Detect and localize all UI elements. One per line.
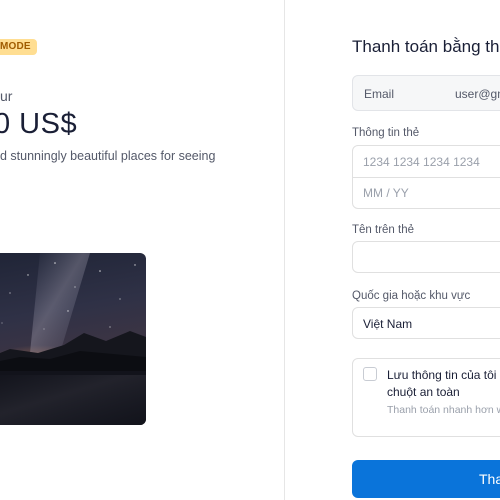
pay-button[interactable]: Tha: [352, 460, 500, 498]
email-display: Email user@gm: [352, 75, 500, 111]
product-image: [0, 253, 146, 425]
card-number-input[interactable]: [363, 152, 500, 172]
night-sky-landscape-image: [0, 253, 146, 425]
card-expiry-input[interactable]: [363, 183, 500, 203]
save-info-subtitle: Thanh toán nhanh hơn web.: [387, 404, 500, 416]
save-info-title: Lưu thông tin của tôi chuột an toàn: [387, 368, 497, 399]
card-info-label: Thông tin thẻ: [352, 127, 420, 139]
email-value: user@gm: [455, 87, 500, 101]
card-field-divider: [353, 177, 500, 178]
card-info-group: [352, 145, 500, 209]
cardholder-name-field: [352, 241, 500, 273]
country-select[interactable]: Việt Nam: [352, 307, 500, 339]
payment-form-pane: Thanh toán bằng th Email user@gm Thông t…: [285, 0, 500, 500]
test-mode-badge: MODE: [0, 39, 37, 55]
product-name: ur: [0, 88, 13, 104]
product-price: 0 US$: [0, 108, 78, 140]
email-label: Email: [364, 87, 395, 101]
save-info-option: Lưu thông tin của tôi chuột an toàn Than…: [352, 358, 500, 437]
product-description: d stunningly beautiful places for seeing: [0, 149, 216, 163]
country-value: Việt Nam: [363, 317, 413, 331]
cardholder-name-label: Tên trên thẻ: [352, 224, 415, 236]
product-summary-pane: MODE ur 0 US$ d stunningly beautiful pla…: [0, 0, 284, 500]
payment-title: Thanh toán bằng th: [352, 37, 500, 56]
cardholder-name-input[interactable]: [363, 248, 500, 266]
country-label: Quốc gia hoặc khu vực: [352, 290, 471, 302]
checkbox-empty-icon[interactable]: [363, 367, 377, 381]
